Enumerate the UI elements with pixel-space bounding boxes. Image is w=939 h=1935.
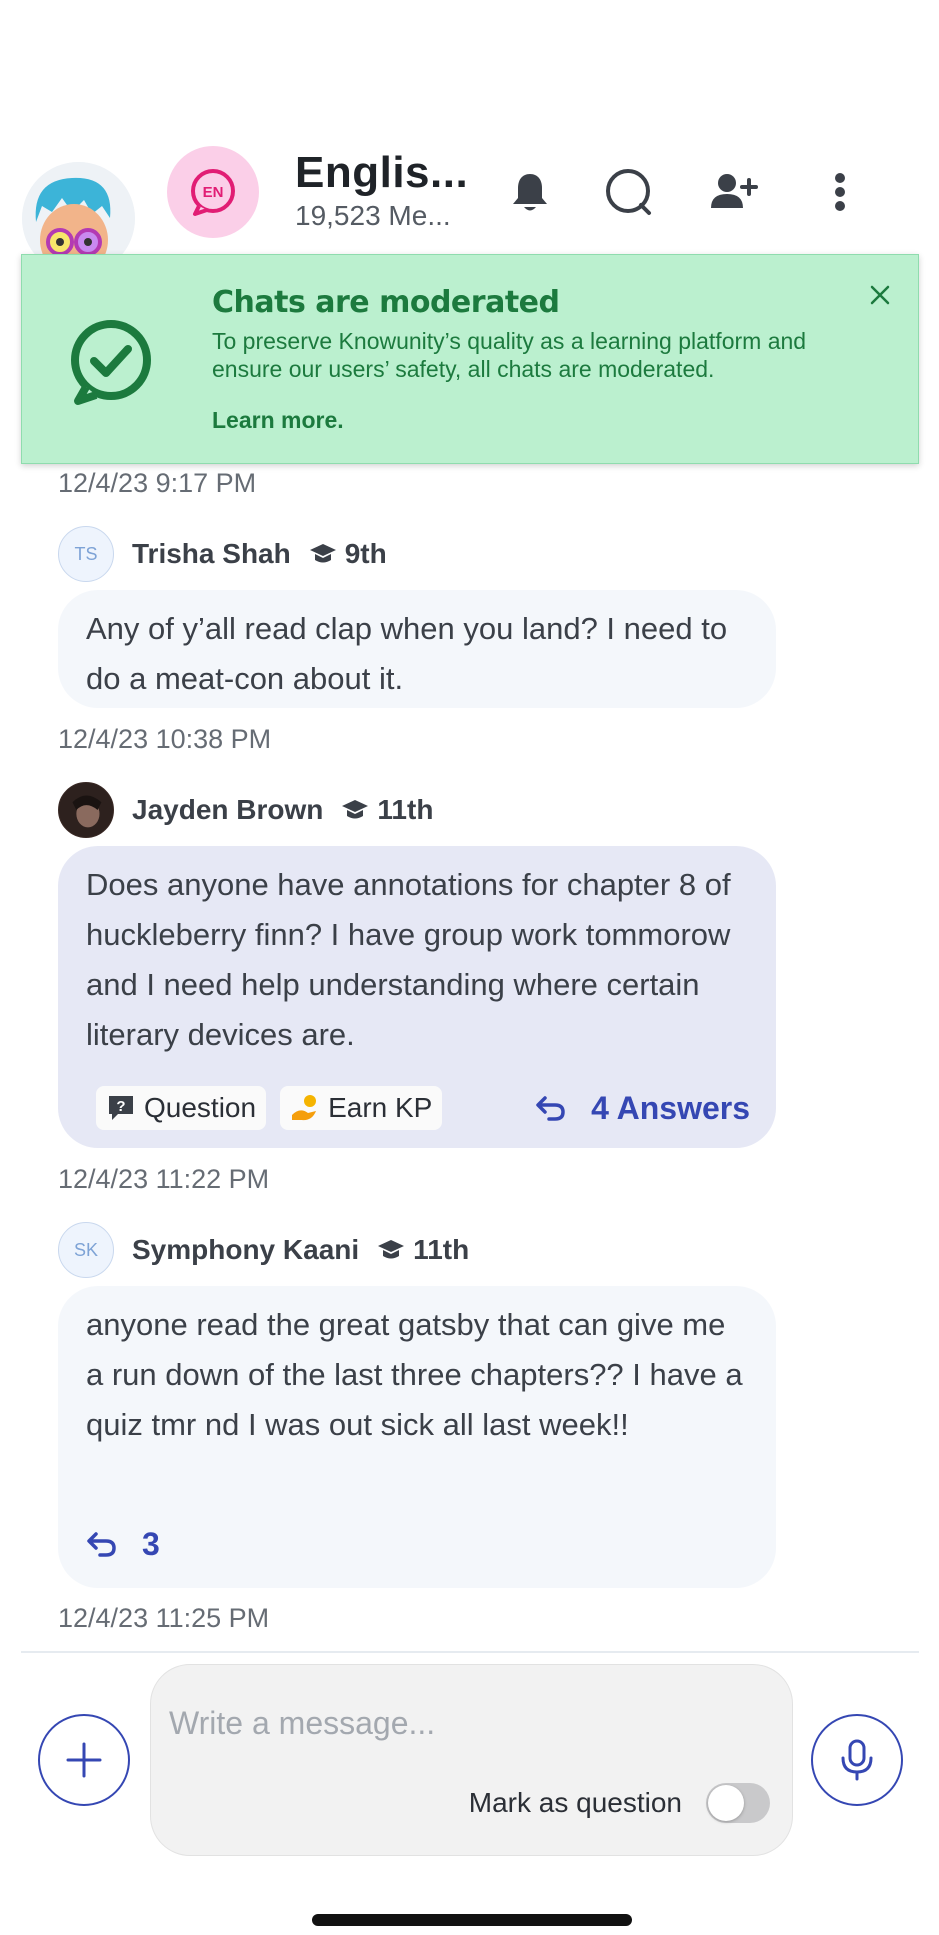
- answers-count: 4 Answers: [591, 1090, 750, 1126]
- banner-title: Chats are moderated: [212, 285, 560, 320]
- learn-more-link[interactable]: Learn more.: [212, 407, 344, 434]
- check-chat-icon: [71, 320, 151, 405]
- graduation-cap-icon: [309, 544, 336, 563]
- close-banner-button[interactable]: [860, 275, 900, 315]
- message-author[interactable]: TS Trisha Shah 9th: [58, 526, 387, 582]
- earn-kp-tag[interactable]: Earn KP: [280, 1086, 443, 1130]
- graduation-cap-icon: [378, 1240, 405, 1259]
- group-badge-text: EN: [203, 184, 224, 201]
- question-tag[interactable]: ? Question: [96, 1086, 267, 1130]
- group-icon[interactable]: EN: [167, 146, 259, 238]
- author-name[interactable]: Trisha Shah: [132, 538, 291, 570]
- message-text: anyone read the great gatsby that can gi…: [86, 1307, 743, 1442]
- group-title[interactable]: Englis...: [295, 148, 468, 198]
- message-timestamp: 12/4/23 11:25 PM: [58, 1603, 270, 1633]
- message-timestamp: 12/4/23 11:22 PM: [58, 1164, 270, 1194]
- answers-link[interactable]: 4 Answers: [535, 1086, 750, 1130]
- question-icon: ?: [109, 1096, 133, 1120]
- bell-icon: [513, 174, 547, 211]
- banner-text: To preserve Knowunity’s quality as a lea…: [212, 328, 807, 382]
- avatar[interactable]: SK: [58, 1222, 114, 1278]
- author-name[interactable]: Jayden Brown: [132, 794, 323, 826]
- replies-link[interactable]: 3: [86, 1522, 160, 1566]
- microphone-icon: [841, 1739, 873, 1781]
- close-icon: [870, 285, 890, 305]
- home-indicator: [312, 1914, 632, 1926]
- composer-divider: [21, 1651, 919, 1653]
- grade-badge: 11th: [377, 1234, 469, 1266]
- replies-count: 3: [142, 1526, 160, 1562]
- grade-text: 11th: [413, 1234, 470, 1265]
- graduation-cap-icon: [342, 800, 369, 819]
- message-author[interactable]: SK Symphony Kaani 11th: [58, 1222, 469, 1278]
- avatar[interactable]: TS: [58, 526, 114, 582]
- message-timestamp: 12/4/23 9:17 PM: [58, 468, 257, 498]
- message-text: Any of y’all read clap when you land? I …: [86, 611, 728, 696]
- plus-icon: [66, 1742, 102, 1778]
- add-attachment-button[interactable]: [38, 1714, 130, 1806]
- grade-badge: 11th: [341, 794, 433, 826]
- grade-badge: 9th: [309, 538, 387, 570]
- message-input[interactable]: [169, 1695, 749, 1751]
- message-text: Does anyone have annotations for chapter…: [86, 867, 731, 1052]
- message-composer: Mark as question: [150, 1664, 793, 1856]
- moderation-banner: Chats are moderated To preserve Knowunit…: [21, 254, 919, 464]
- message-bubble[interactable]: anyone read the great gatsby that can gi…: [58, 1286, 776, 1588]
- notifications-button[interactable]: [498, 160, 562, 224]
- chat-bubble-icon: [606, 169, 651, 215]
- mark-question-toggle[interactable]: [706, 1783, 770, 1823]
- add-member-button[interactable]: [702, 160, 766, 224]
- tag-label: Earn KP: [328, 1092, 433, 1123]
- author-name[interactable]: Symphony Kaani: [132, 1234, 359, 1266]
- tag-label: Question: [144, 1092, 257, 1123]
- grade-text: 9th: [344, 538, 387, 569]
- grade-text: 11th: [377, 794, 434, 825]
- hand-coin-icon: [292, 1095, 317, 1121]
- more-vertical-icon: [835, 173, 845, 211]
- mark-question-label: Mark as question: [468, 1787, 682, 1818]
- message-bubble[interactable]: Any of y’all read clap when you land? I …: [58, 590, 776, 708]
- question-bubble[interactable]: Does anyone have annotations for chapter…: [58, 846, 776, 1148]
- chat-header: EN Englis... 19,523 Me...: [0, 140, 939, 275]
- question-tags: ? Question Earn KP: [96, 1086, 456, 1130]
- avatar[interactable]: [58, 782, 114, 838]
- message-timestamp: 12/4/23 10:38 PM: [58, 724, 272, 754]
- toggle-knob: [708, 1785, 744, 1821]
- search-button[interactable]: [596, 160, 660, 224]
- voice-message-button[interactable]: [811, 1714, 903, 1806]
- add-user-icon: [711, 174, 758, 208]
- reply-icon: [87, 1532, 116, 1557]
- more-options-button[interactable]: [808, 160, 872, 224]
- member-count: 19,523 Me...: [295, 200, 451, 231]
- message-author[interactable]: Jayden Brown 11th: [58, 782, 433, 838]
- reply-icon: [536, 1096, 565, 1121]
- svg-text:?: ?: [116, 1098, 125, 1115]
